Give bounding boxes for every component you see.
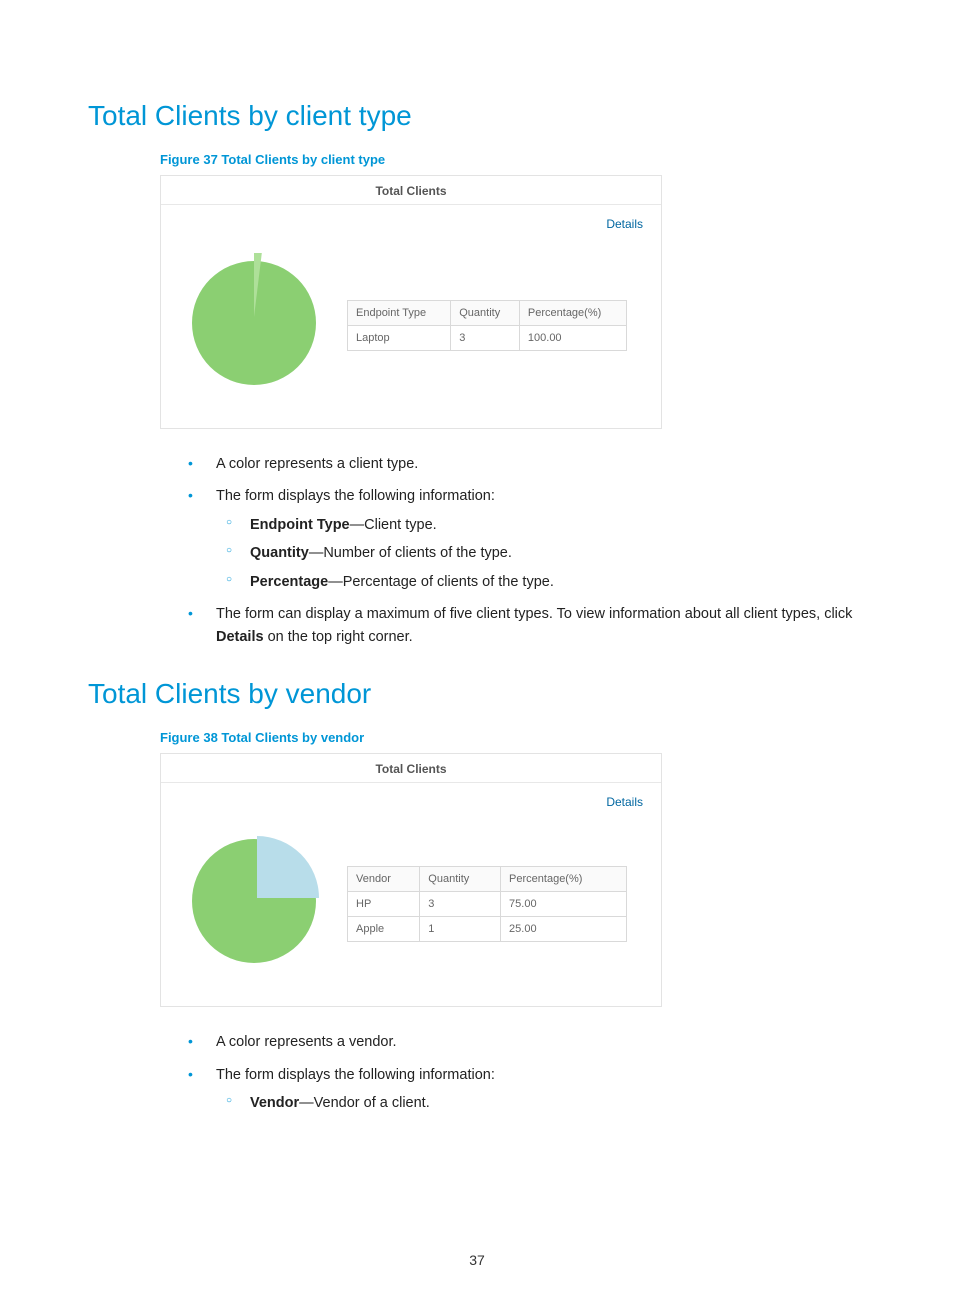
page: Total Clients by client type Figure 37 T…	[0, 0, 954, 1296]
list-item: Vendor—Vendor of a client.	[226, 1092, 866, 1114]
pie-chart-vendor	[179, 831, 329, 976]
term-percentage: Percentage	[250, 574, 328, 590]
cell-vendor: Apple	[348, 916, 420, 941]
heading-client-type: Total Clients by client type	[88, 100, 866, 132]
table-header-row: Vendor Quantity Percentage(%)	[348, 866, 627, 891]
details-row: Details	[179, 793, 643, 811]
term-endpoint-type: Endpoint Type	[250, 517, 350, 533]
pie-chart-client-type	[179, 253, 329, 398]
term-rest: —Number of clients of the type.	[309, 545, 512, 561]
sub-bullet-list: Vendor—Vendor of a client.	[226, 1092, 866, 1114]
list-item: Quantity—Number of clients of the type.	[226, 542, 866, 564]
list-item: A color represents a vendor.	[188, 1031, 866, 1053]
col-endpoint-type: Endpoint Type	[348, 301, 451, 326]
list-item-text: The form displays the following informat…	[216, 488, 495, 504]
term-rest: —Vendor of a client.	[299, 1095, 430, 1111]
list-item-text-post: on the top right corner.	[264, 629, 413, 645]
list-item: The form can display a maximum of five c…	[188, 603, 866, 648]
table-client-type: Endpoint Type Quantity Percentage(%) Lap…	[347, 300, 627, 351]
figure-caption-38: Figure 38 Total Clients by vendor	[160, 730, 866, 745]
list-item: Endpoint Type—Client type.	[226, 514, 866, 536]
list-item: Percentage—Percentage of clients of the …	[226, 571, 866, 593]
panel-body: Details Endpoint Type Quantity P	[161, 205, 661, 428]
list-item: The form displays the following informat…	[188, 1064, 866, 1115]
col-percentage: Percentage(%)	[519, 301, 626, 326]
chart-row: Endpoint Type Quantity Percentage(%) Lap…	[179, 253, 643, 398]
cell-percentage: 25.00	[501, 916, 627, 941]
cell-endpoint-type: Laptop	[348, 326, 451, 351]
table-row: HP 3 75.00	[348, 891, 627, 916]
list-item: A color represents a client type.	[188, 453, 866, 475]
details-row: Details	[179, 215, 643, 233]
term-quantity: Quantity	[250, 545, 309, 561]
cell-quantity: 1	[420, 916, 501, 941]
details-term: Details	[216, 629, 264, 645]
col-quantity: Quantity	[451, 301, 520, 326]
chart-row: Vendor Quantity Percentage(%) HP 3 75.00…	[179, 831, 643, 976]
cell-vendor: HP	[348, 891, 420, 916]
panel-title: Total Clients	[161, 754, 661, 783]
table-header-row: Endpoint Type Quantity Percentage(%)	[348, 301, 627, 326]
panel-title: Total Clients	[161, 176, 661, 205]
term-rest: —Percentage of clients of the type.	[328, 574, 554, 590]
cell-percentage: 100.00	[519, 326, 626, 351]
term-vendor: Vendor	[250, 1095, 299, 1111]
panel-client-type: Total Clients Details Endpoint Type	[160, 175, 662, 429]
list-item-text: The form displays the following informat…	[216, 1067, 495, 1083]
sub-bullet-list: Endpoint Type—Client type. Quantity—Numb…	[226, 514, 866, 593]
list-item: The form displays the following informat…	[188, 485, 866, 593]
list-item-text-pre: The form can display a maximum of five c…	[216, 606, 852, 622]
term-rest: —Client type.	[350, 517, 437, 533]
col-quantity: Quantity	[420, 866, 501, 891]
col-percentage: Percentage(%)	[501, 866, 627, 891]
table-row: Apple 1 25.00	[348, 916, 627, 941]
cell-percentage: 75.00	[501, 891, 627, 916]
table-vendor: Vendor Quantity Percentage(%) HP 3 75.00…	[347, 866, 627, 942]
page-number: 37	[0, 1252, 954, 1268]
details-link[interactable]: Details	[606, 217, 643, 231]
panel-vendor: Total Clients Details Vendo	[160, 753, 662, 1007]
details-link[interactable]: Details	[606, 795, 643, 809]
cell-quantity: 3	[420, 891, 501, 916]
bullet-list-vendor: A color represents a vendor. The form di…	[188, 1031, 866, 1114]
cell-quantity: 3	[451, 326, 520, 351]
heading-vendor: Total Clients by vendor	[88, 678, 866, 710]
table-row: Laptop 3 100.00	[348, 326, 627, 351]
panel-body: Details Vendor Quantity	[161, 783, 661, 1006]
bullet-list-client-type: A color represents a client type. The fo…	[188, 453, 866, 648]
figure-caption-37: Figure 37 Total Clients by client type	[160, 152, 866, 167]
col-vendor: Vendor	[348, 866, 420, 891]
